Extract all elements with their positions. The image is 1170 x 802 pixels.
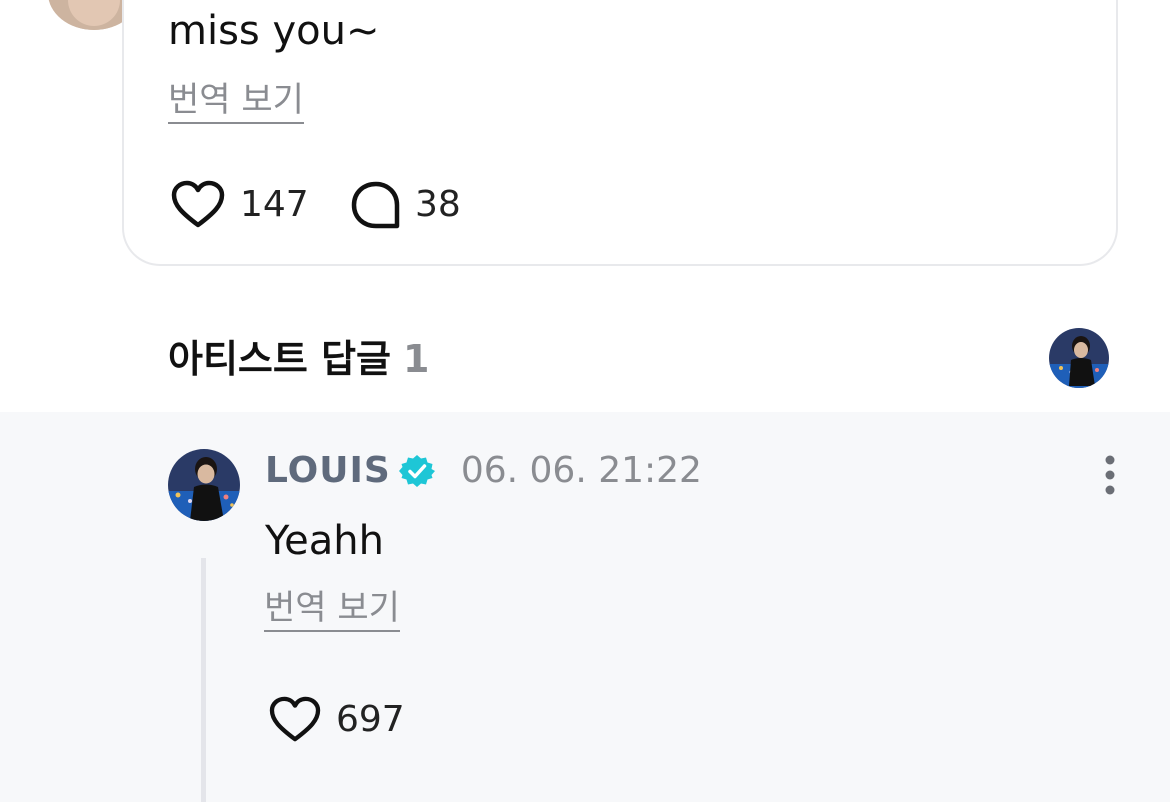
more-vertical-icon[interactable] xyxy=(1098,454,1122,496)
heart-outline-icon xyxy=(268,696,322,744)
reply-author-name[interactable]: LOUIS xyxy=(265,450,391,491)
thread-connector-line xyxy=(201,558,206,802)
reply-author-avatar[interactable] xyxy=(168,449,240,521)
post-comment-count: 38 xyxy=(415,184,461,225)
post-translate-link[interactable]: 번역 보기 xyxy=(168,80,304,124)
artist-replies-count: 1 xyxy=(403,337,430,381)
reply-body-text: Yeahh xyxy=(265,518,384,564)
artist-replies-heading: 아티스트 답글 1 xyxy=(168,335,429,383)
reply-header: LOUIS 06. 06. 21:22 xyxy=(265,450,702,491)
heart-outline-icon xyxy=(170,180,226,230)
artist-replies-title: 아티스트 답글 xyxy=(168,337,391,381)
artist-avatar[interactable] xyxy=(1049,328,1109,388)
verified-badge-icon xyxy=(398,453,435,489)
post-comment-button[interactable]: 38 xyxy=(351,180,461,230)
artist-reply-area: LOUIS 06. 06. 21:22 Yeahh 번역 보기 697 xyxy=(0,412,1170,802)
post-body-text: miss you~ xyxy=(168,8,380,54)
speech-bubble-icon xyxy=(351,180,401,230)
reply-like-count: 697 xyxy=(336,699,405,740)
reply-translate-link[interactable]: 번역 보기 xyxy=(264,588,400,632)
reply-like-button[interactable]: 697 xyxy=(268,696,405,744)
post-like-count: 147 xyxy=(240,184,309,225)
post-like-button[interactable]: 147 xyxy=(170,180,309,230)
reply-timestamp: 06. 06. 21:22 xyxy=(460,450,702,491)
comment-thread-page: miss you~ 번역 보기 147 38 아티스트 답글 1 LOUIS 0… xyxy=(0,0,1170,802)
